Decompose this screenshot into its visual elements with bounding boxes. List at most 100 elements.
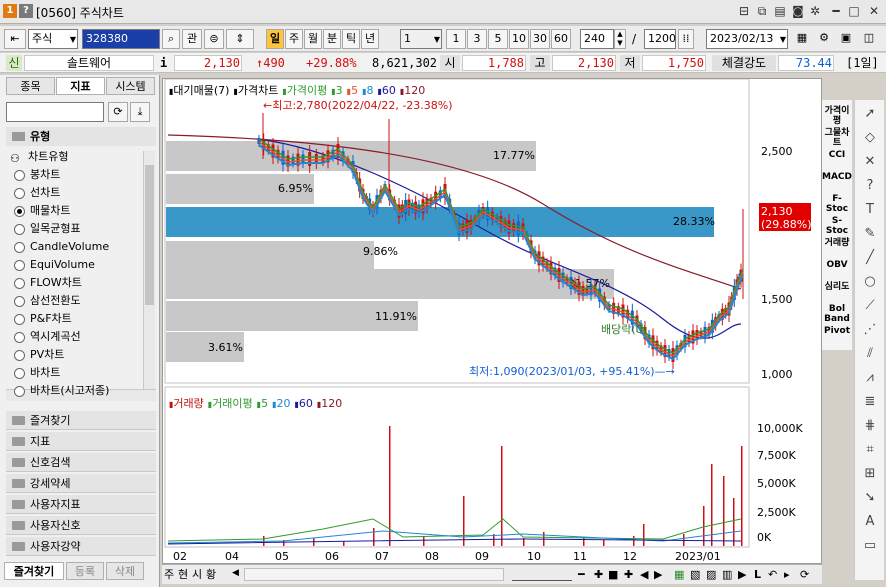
legend-entry[interactable]: ▮120 — [400, 84, 425, 97]
gann-icon[interactable]: ⋕ — [860, 416, 880, 436]
tab-0[interactable]: 종목 — [6, 77, 55, 95]
undo-icon[interactable]: ↶ — [768, 567, 777, 583]
text-tool-icon[interactable]: T — [860, 200, 880, 220]
nav-prev-icon[interactable]: ⇤ — [4, 29, 26, 49]
indicator-shortcut[interactable]: Pivot — [822, 326, 852, 336]
interval-button-10[interactable]: 10 — [509, 29, 529, 49]
indicator-shortcut[interactable]: CCI — [822, 150, 852, 160]
total-input[interactable]: 1200 — [644, 29, 676, 49]
grid-icon[interactable]: ⁞⁞ — [678, 29, 694, 49]
stock-code-input[interactable]: 328380 — [82, 29, 160, 49]
indicator-shortcut[interactable]: Bol Band — [822, 304, 852, 324]
folder-item[interactable]: 사용자신호 — [6, 516, 156, 535]
legend-entry[interactable]: ▮거래량 — [169, 397, 204, 410]
scroll-start-icon[interactable]: ◀ — [640, 567, 648, 583]
folder-item[interactable]: 강세약세 — [6, 474, 156, 493]
legend-entry[interactable]: ▮60 — [377, 84, 395, 97]
tab-1[interactable]: 지표 — [56, 77, 105, 95]
cycle-tool-icon[interactable]: ⊞ — [860, 464, 880, 484]
radio-icon[interactable] — [14, 170, 25, 181]
chart-type-item[interactable]: FLOW차트 — [14, 275, 82, 291]
radio-icon[interactable] — [14, 386, 25, 397]
add-icon[interactable]: ✚ — [624, 567, 633, 583]
panel-toggle-icon[interactable]: ◫ — [858, 29, 880, 49]
legend-entry[interactable]: ▮120 — [317, 397, 342, 410]
legend-entry[interactable]: ▮가격이평 — [282, 84, 327, 97]
maximize-icon[interactable]: □ — [846, 3, 862, 19]
folder-item[interactable]: 지표 — [6, 432, 156, 451]
info-icon[interactable]: i — [160, 55, 170, 71]
legend-entry[interactable]: ▮3 — [331, 84, 342, 97]
indicator-search-input[interactable] — [6, 102, 104, 122]
chart-type-item[interactable]: P&F차트 — [14, 311, 72, 327]
interval-button-30[interactable]: 30 — [530, 29, 550, 49]
diagonal-tool-icon[interactable]: ⟋ — [860, 296, 880, 316]
tree-scrollbar[interactable] — [143, 151, 155, 389]
radio-icon[interactable] — [14, 296, 25, 307]
chart-type-item[interactable]: 바차트 — [14, 365, 60, 381]
interval-button-3[interactable]: 3 — [467, 29, 487, 49]
indicator-shortcut[interactable]: OBV — [822, 260, 852, 270]
indicator-shortcut[interactable]: 거래량 — [822, 238, 852, 248]
chart-type-item[interactable]: 선차트 — [14, 185, 60, 201]
bottom-bar-tab[interactable]: 시 — [192, 567, 202, 583]
folder-item[interactable]: 신호검색 — [6, 453, 156, 472]
chart-type-item[interactable]: 삼선전환도 — [14, 293, 81, 309]
download-icon[interactable]: ⤓ — [130, 102, 150, 122]
channel-tool-icon[interactable]: ⫽ — [860, 344, 880, 364]
legend-entry[interactable]: ▮5 — [347, 84, 358, 97]
bottom-tab-0[interactable]: 즐겨찾기 — [4, 562, 64, 580]
refresh-icon[interactable]: ⟳ — [800, 567, 809, 583]
legend-entry[interactable]: ▮60 — [294, 397, 312, 410]
bottom-bar-tab[interactable]: 황 — [206, 567, 216, 583]
search-icon[interactable]: ⌕ — [162, 29, 180, 49]
bottom-bar-tab[interactable]: 주 — [164, 567, 174, 583]
stop-icon[interactable]: ■ — [608, 567, 618, 583]
indicator-shortcut[interactable]: MACD — [822, 172, 852, 182]
cursor-icon[interactable]: ➚ — [860, 104, 880, 124]
eraser-icon[interactable]: ◇ — [860, 128, 880, 148]
legend-entry[interactable]: ▮거래이평 — [208, 397, 253, 410]
price-volume-chart[interactable]: 17.77%6.95%28.33%9.86%21.57%11.91%3.61%2… — [163, 79, 821, 563]
pitchfork-icon[interactable]: ⩘ — [860, 368, 880, 388]
legend-entry[interactable]: ▮5 — [257, 397, 268, 410]
chart-type-item[interactable]: 바차트(시고저종) — [14, 383, 109, 399]
zoom-in-icon[interactable]: ✚ — [594, 567, 603, 583]
radio-icon[interactable] — [14, 314, 25, 325]
fibonacci-icon[interactable]: ≣ — [860, 392, 880, 412]
section-type[interactable]: 유형 — [6, 127, 156, 146]
period-button-0[interactable]: 일 — [266, 29, 284, 49]
chart-scrollbar[interactable] — [244, 568, 504, 581]
folder-item[interactable]: 사용자강약 — [6, 537, 156, 556]
indicator-shortcut[interactable]: 그물차트 — [822, 128, 852, 148]
zoom-out-icon[interactable]: ━ — [578, 567, 585, 583]
grid-tool-icon[interactable]: ⌗ — [860, 440, 880, 460]
zoom-slider[interactable] — [512, 568, 572, 581]
date-select[interactable]: 2023/02/13 ▼ — [706, 29, 788, 49]
radio-icon[interactable] — [14, 188, 25, 199]
minimize-icon[interactable]: ━ — [828, 3, 844, 19]
minimize-tray-icon[interactable]: ⊟ — [736, 3, 752, 19]
help-icon[interactable]: ? — [860, 176, 880, 196]
image-icon[interactable]: ▨ — [706, 567, 716, 583]
layout-icon[interactable]: ▥ — [722, 567, 732, 583]
period-button-1[interactable]: 주 — [285, 29, 303, 49]
interval-button-1[interactable]: 1 — [446, 29, 466, 49]
fan-tool-icon[interactable]: ⋰ — [860, 320, 880, 340]
period-button-3[interactable]: 분 — [323, 29, 341, 49]
chart-settings-icon[interactable]: ⚙ — [814, 29, 834, 49]
chart-type-item[interactable]: CandleVolume — [14, 239, 109, 255]
help-badge[interactable]: ? — [19, 4, 33, 18]
indicator-shortcut[interactable]: S-Stoc — [822, 216, 852, 236]
copy-window-icon[interactable]: ⧉ — [754, 3, 770, 19]
count-stepper[interactable]: ▲ ▼ — [614, 29, 626, 49]
redo-icon[interactable]: ▸ — [784, 567, 790, 583]
export-icon[interactable]: ▧ — [690, 567, 700, 583]
chart-layout-icon[interactable]: ▦ — [792, 29, 812, 49]
excel-icon[interactable]: ▦ — [674, 567, 684, 583]
radio-icon[interactable] — [14, 278, 25, 289]
group-chart-type[interactable]: ⚇ 차트유형 — [8, 149, 68, 165]
interval-button-60[interactable]: 60 — [551, 29, 571, 49]
all-delete-icon[interactable]: ✕ — [860, 152, 880, 172]
settings-gear-icon[interactable]: ✲ — [807, 3, 823, 19]
